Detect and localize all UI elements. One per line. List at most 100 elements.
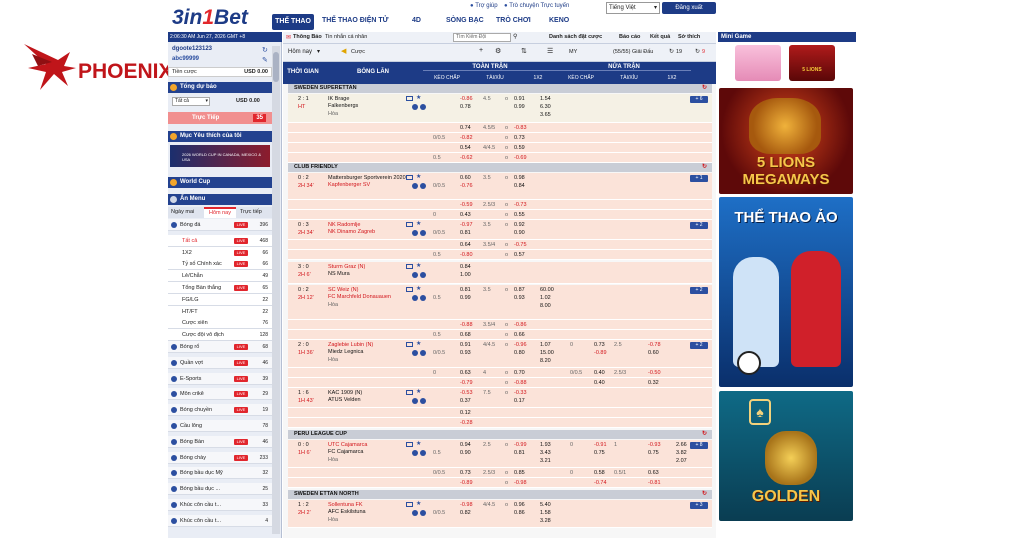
odds-handicap[interactable]: 0.43 <box>460 212 471 218</box>
odds-over-under[interactable]: -0.33 <box>514 390 527 396</box>
site-logo[interactable]: 3in1Bet <box>172 6 248 30</box>
odds-over-under[interactable]: 0.70 <box>514 370 525 376</box>
sidebar-item[interactable]: Bóng bầu dục ... 25 <box>168 483 272 496</box>
sidebar-subitem[interactable]: Tổng Bàn thắng LIVE 65 <box>168 282 272 294</box>
odds-handicap[interactable]: 0.12 <box>460 410 471 416</box>
sidebar-scrollbar[interactable] <box>272 46 280 534</box>
favorites-section[interactable]: Mục Yêu thích của tôi <box>168 131 272 142</box>
mini-game-lions[interactable]: 5 LIONS <box>789 45 835 81</box>
sidebar-subitem[interactable]: HT/FT 22 <box>168 305 272 318</box>
odds-handicap[interactable]: 0.73 <box>460 470 471 476</box>
sidebar-item[interactable]: E-Sports LIVE 39 <box>168 372 272 385</box>
speaker-icon[interactable]: ◀ <box>341 47 346 55</box>
odds-handicap[interactable]: 0.91 <box>460 342 471 348</box>
odds-half-handicap[interactable]: 0.40 <box>594 380 605 386</box>
odds-1x2[interactable]: 1.93 <box>540 442 551 448</box>
odds-handicap[interactable]: 0.78 <box>460 104 471 110</box>
currency-select[interactable]: MY <box>569 49 577 55</box>
odds-1x2[interactable]: 8.20 <box>540 358 551 364</box>
more-markets-button[interactable]: + 8 <box>690 442 708 449</box>
sidebar-item[interactable]: Bóng chuyền LIVE 19 <box>168 404 272 417</box>
odds-1x2[interactable]: 3.65 <box>540 112 551 118</box>
stats-icon[interactable] <box>412 230 418 236</box>
odds-handicap[interactable]: -0.79 <box>460 380 473 386</box>
odds-over-under[interactable]: 0.96 <box>514 502 525 508</box>
sidebar-subitem[interactable]: FG/LG 22 <box>168 293 272 306</box>
league-refresh-icon[interactable]: ↻ <box>702 490 707 499</box>
odds-handicap[interactable]: -0.28 <box>460 420 473 426</box>
col-match[interactable]: BÓNG LĂN <box>323 69 423 75</box>
logout-button[interactable]: Đăng xuất <box>662 2 716 14</box>
odds-handicap[interactable]: -0.89 <box>460 480 473 486</box>
nav-games[interactable]: TRÒ CHƠI <box>496 17 531 24</box>
odds-over-under[interactable]: -0.69 <box>514 155 527 161</box>
odds-over-under[interactable]: 0.98 <box>514 175 525 181</box>
star-icon[interactable]: ★ <box>416 173 421 180</box>
odds-handicap[interactable]: 0.68 <box>460 332 471 338</box>
odds-half-over-under[interactable]: 0.75 <box>648 450 659 456</box>
odds-handicap[interactable]: -0.76 <box>460 183 473 189</box>
odds-handicap[interactable]: 0.63 <box>460 370 471 376</box>
sidebar-item[interactable]: Bóng đá LIVE 396 <box>168 219 272 231</box>
stats-icon[interactable] <box>412 104 418 110</box>
sidebar-subitem[interactable]: Tỷ số Chính xác LIVE 66 <box>168 258 272 271</box>
odds-half-handicap[interactable]: -0.74 <box>594 480 607 486</box>
odds-handicap[interactable]: 0.93 <box>460 350 471 356</box>
sidebar-item[interactable]: Khúc côn cầu t... 4 <box>168 514 272 527</box>
sidebar-subitem[interactable]: 1X2 LIVE 66 <box>168 246 272 259</box>
odds-half-handicap[interactable]: 0.58 <box>594 470 605 476</box>
odds-handicap[interactable]: -0.80 <box>460 252 473 258</box>
link-preferences[interactable]: Sở thích <box>678 34 700 40</box>
stats-icon[interactable] <box>412 510 418 516</box>
league-header[interactable]: SWEDEN SUPERETTAN ↻ <box>288 84 712 93</box>
odds-1x2[interactable]: 6.30 <box>540 104 551 110</box>
odds-over-under[interactable]: -0.88 <box>514 380 527 386</box>
odds-half-handicap[interactable]: 0.73 <box>594 342 605 348</box>
odds-1x2[interactable]: 3.21 <box>540 458 551 464</box>
sidebar-subitem[interactable]: Cược xiên 76 <box>168 317 272 330</box>
stats-icon[interactable] <box>412 295 418 301</box>
odds-over-under[interactable]: 0.99 <box>514 104 525 110</box>
star-icon[interactable]: ★ <box>416 340 421 347</box>
stats-icon[interactable] <box>412 398 418 404</box>
tab-tomorrow[interactable]: Ngày mai <box>171 209 194 215</box>
sidebar-item[interactable]: Khúc côn cầu t... 33 <box>168 499 272 511</box>
live-button[interactable]: Trực Tiếp 35 <box>168 112 272 124</box>
odds-handicap[interactable]: -0.62 <box>460 155 473 161</box>
odds-handicap[interactable]: 0.54 <box>460 145 471 151</box>
odds-over-under[interactable]: -0.96 <box>514 342 527 348</box>
star-icon[interactable]: ★ <box>416 440 421 447</box>
live-chat-link[interactable]: ● Trò chuyện Trực tuyến <box>504 3 569 9</box>
odds-over-under[interactable]: 0.81 <box>514 450 525 456</box>
filter-icon[interactable]: ☰ <box>547 47 553 55</box>
star-icon[interactable]: ★ <box>416 262 421 269</box>
dollar-icon[interactable] <box>420 350 426 356</box>
odds-handicap[interactable]: 0.60 <box>460 175 471 181</box>
col-time[interactable]: THỜI GIAN <box>283 69 323 75</box>
odds-1x2[interactable]: 1.54 <box>540 96 551 102</box>
odds-1x2[interactable]: 5.40 <box>540 502 551 508</box>
odds-handicap[interactable]: -0.88 <box>460 322 473 328</box>
dollar-icon[interactable] <box>420 104 426 110</box>
banner-5-lions[interactable]: 5 LIONS MEGAWAYS <box>719 88 853 194</box>
odds-handicap[interactable]: -0.59 <box>460 202 473 208</box>
edit-icon[interactable]: ✎ <box>262 56 268 64</box>
add-icon[interactable]: + <box>479 47 483 54</box>
link-results[interactable]: Kết quả <box>650 34 670 40</box>
odds-half-1x2[interactable]: 3.82 <box>676 450 687 456</box>
odds-over-under[interactable]: 0.85 <box>514 470 525 476</box>
odds-handicap[interactable]: 0.90 <box>460 450 471 456</box>
more-markets-button[interactable]: + 3 <box>690 502 708 509</box>
sidebar-item[interactable]: Quần vợt LIVE 46 <box>168 356 272 369</box>
sidebar-item[interactable]: Bóng Bàn LIVE 46 <box>168 435 272 448</box>
tv-icon[interactable] <box>406 264 413 269</box>
odds-half-handicap[interactable]: 0.75 <box>594 450 605 456</box>
odds-half-over-under[interactable]: 0.63 <box>648 470 659 476</box>
dollar-icon[interactable] <box>420 183 426 189</box>
more-markets-button[interactable]: + 6 <box>690 96 708 103</box>
odds-half-over-under[interactable]: 0.32 <box>648 380 659 386</box>
odds-handicap[interactable]: 0.94 <box>460 442 471 448</box>
odds-over-under[interactable]: 0.66 <box>514 332 525 338</box>
day-select[interactable]: Hôm nay <box>288 49 312 55</box>
tv-icon[interactable] <box>406 96 413 101</box>
